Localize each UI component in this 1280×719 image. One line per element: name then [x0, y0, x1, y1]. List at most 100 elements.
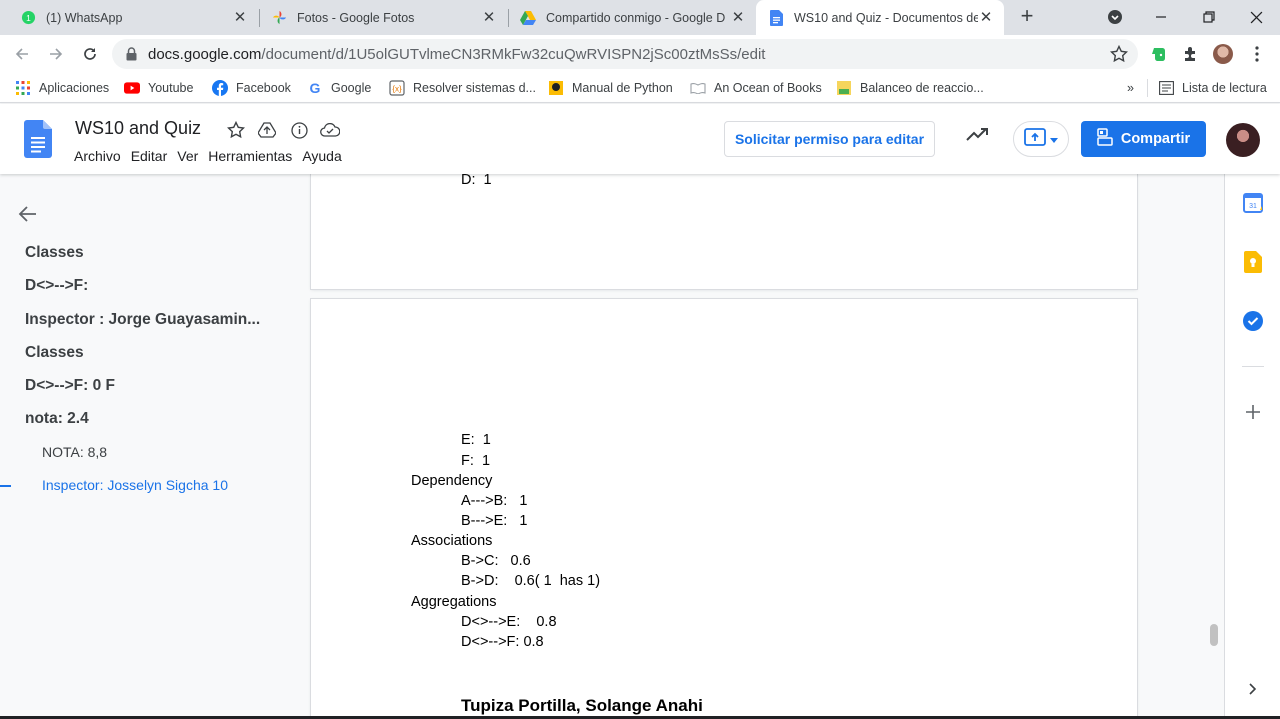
new-tab-plus-icon[interactable]: +	[1015, 5, 1039, 29]
bookmarks-bar: Aplicaciones Youtube Facebook G Google {…	[0, 73, 1280, 103]
python-book-icon	[548, 80, 564, 96]
document-title[interactable]: WS10 and Quiz	[75, 118, 201, 139]
menu-bar: Archivo Editar Ver Herramientas Ayuda	[74, 148, 352, 164]
bookmark-ocean-of-books[interactable]: An Ocean of Books	[690, 79, 822, 97]
bookmark-youtube[interactable]: Youtube	[124, 79, 193, 97]
move-to-drive-icon[interactable]	[257, 120, 277, 140]
youtube-icon	[124, 80, 140, 96]
google-docs-logo-icon[interactable]	[24, 120, 52, 163]
star-icon[interactable]	[226, 120, 246, 140]
author-name: Tupiza Portilla, Solange Anahi	[461, 696, 703, 715]
back-arrow-icon[interactable]	[9, 41, 35, 67]
bookmark-label: Youtube	[148, 81, 194, 95]
profile-avatar-icon[interactable]	[1213, 44, 1233, 64]
document-page[interactable]: D: 1	[311, 174, 1137, 289]
close-icon[interactable]: ✕	[730, 9, 746, 26]
menu-archivo[interactable]: Archivo	[74, 148, 121, 164]
address-bar[interactable]: docs.google.com/document/d/1U5olGUTvlmeC…	[112, 39, 1138, 69]
tab-whatsapp[interactable]: 1 (1) WhatsApp ✕	[8, 0, 258, 35]
share-label: Compartir	[1120, 131, 1191, 147]
side-panel-divider	[1242, 366, 1264, 367]
bookmark-balanceo[interactable]: Balanceo de reaccio...	[836, 79, 984, 97]
cloud-saved-icon[interactable]	[320, 120, 340, 140]
apps-grid-icon	[15, 80, 31, 96]
request-edit-access-button[interactable]: Solicitar permiso para editar	[724, 121, 935, 157]
svg-text:1: 1	[26, 13, 31, 23]
restore-icon[interactable]	[1196, 4, 1222, 30]
calendar-icon[interactable]: 31	[1242, 192, 1264, 214]
bookmark-python[interactable]: Manual de Python	[548, 79, 673, 97]
bookmarks-divider	[1147, 79, 1148, 97]
tasks-icon[interactable]	[1242, 310, 1264, 332]
whatsapp-icon: 1	[20, 10, 36, 26]
activity-dashboard-icon[interactable]	[966, 128, 990, 147]
outline-item[interactable]: nota: 2.4	[25, 410, 89, 428]
bookmark-facebook[interactable]: Facebook	[212, 79, 291, 97]
bookmark-apps[interactable]: Aplicaciones	[15, 79, 109, 97]
outline-item[interactable]: D<>-->F: 0 F	[25, 377, 115, 395]
reading-list-button[interactable]: Lista de lectura	[1158, 79, 1267, 97]
close-window-icon[interactable]	[1243, 4, 1269, 30]
chevron-double-right-icon: »	[1127, 81, 1134, 95]
menu-herramientas[interactable]: Herramientas	[208, 148, 292, 164]
outline-item[interactable]: NOTA: 8,8	[42, 444, 107, 460]
add-plus-icon[interactable]	[1242, 401, 1264, 423]
facebook-icon	[212, 80, 228, 96]
browser-toolbar: docs.google.com/document/d/1U5olGUTvlmeC…	[0, 35, 1280, 73]
tab-title: Compartido conmigo - Google D	[546, 10, 726, 25]
menu-ver[interactable]: Ver	[177, 148, 198, 164]
bookmark-label: Manual de Python	[572, 81, 673, 95]
forward-arrow-icon[interactable]	[43, 41, 69, 67]
document-line: A--->B: 1	[461, 493, 528, 509]
more-vert-icon[interactable]	[1247, 44, 1267, 64]
menu-editar[interactable]: Editar	[131, 148, 168, 164]
close-icon[interactable]: ✕	[232, 9, 248, 26]
document-line: D: 1	[461, 174, 492, 188]
menu-ayuda[interactable]: Ayuda	[302, 148, 341, 164]
book-icon	[690, 80, 706, 96]
close-outline-arrow-icon[interactable]	[18, 204, 38, 229]
evernote-icon[interactable]	[1149, 44, 1169, 64]
bookmark-google[interactable]: G Google	[307, 79, 372, 97]
chevron-right-icon[interactable]	[1242, 678, 1264, 700]
lock-icon	[126, 47, 137, 66]
svg-text:{x}: {x}	[392, 85, 402, 94]
tab-google-docs[interactable]: WS10 and Quiz - Documentos de ✕	[756, 0, 1004, 35]
tab-google-photos[interactable]: Fotos - Google Fotos ✕	[259, 0, 507, 35]
tab-search-icon[interactable]	[1102, 4, 1128, 30]
tab-title: (1) WhatsApp	[46, 10, 123, 25]
outline-item[interactable]: Classes	[25, 244, 84, 262]
document-line: E: 1	[461, 432, 491, 448]
close-icon[interactable]: ✕	[978, 9, 994, 26]
bookmark-star-icon[interactable]	[1109, 44, 1129, 68]
outline-item[interactable]: Inspector : Jorge Guayasamin...	[25, 311, 260, 329]
keep-icon[interactable]	[1242, 251, 1264, 273]
google-drive-icon	[520, 10, 536, 26]
vertical-scrollbar-thumb[interactable]	[1210, 624, 1218, 646]
present-button[interactable]	[1013, 121, 1069, 157]
account-avatar[interactable]	[1226, 123, 1260, 157]
reload-icon[interactable]	[77, 41, 103, 67]
info-icon[interactable]	[289, 120, 309, 140]
outline-item-current[interactable]: Inspector: Josselyn Sigcha 10	[42, 477, 228, 493]
bookmarks-overflow-button[interactable]: »	[1127, 79, 1134, 97]
tab-google-drive[interactable]: Compartido conmigo - Google D ✕	[508, 0, 756, 35]
present-icon	[1024, 127, 1046, 151]
side-panel: 31	[1224, 174, 1280, 719]
outline-item[interactable]: Classes	[25, 344, 84, 362]
minimize-icon[interactable]	[1148, 4, 1174, 30]
tab-title: Fotos - Google Fotos	[297, 10, 415, 25]
outline-item[interactable]: D<>-->F:	[25, 277, 88, 295]
extensions-puzzle-icon[interactable]	[1181, 44, 1201, 64]
bookmark-resolver[interactable]: {x} Resolver sistemas d...	[389, 79, 536, 97]
close-icon[interactable]: ✕	[481, 9, 497, 26]
document-page[interactable]: E: 1 F: 1 Dependency A--->B: 1 B--->E: 1…	[311, 299, 1137, 719]
document-line: Associations	[411, 533, 493, 549]
share-button[interactable]: Compartir	[1081, 121, 1206, 157]
document-line: D<>-->F: 0.8	[461, 634, 544, 650]
google-icon: G	[309, 80, 321, 96]
current-position-marker	[0, 485, 11, 487]
document-line: B--->E: 1	[461, 513, 528, 529]
calculator-icon: {x}	[389, 80, 405, 96]
bookmark-label: Facebook	[236, 81, 291, 95]
